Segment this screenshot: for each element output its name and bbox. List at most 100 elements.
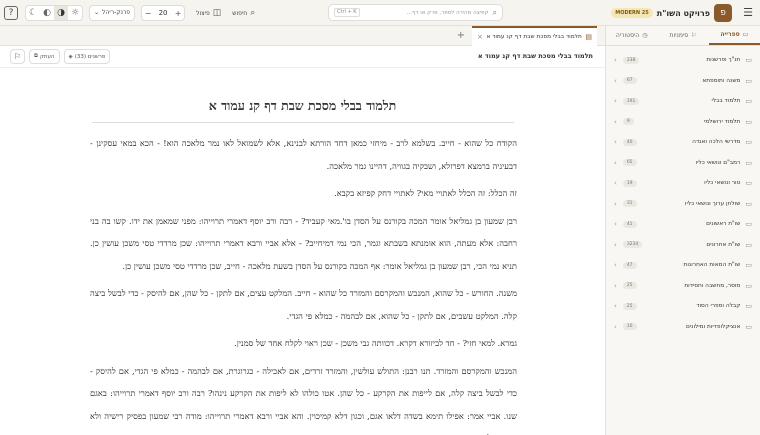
folder-icon: ▭ — [745, 97, 752, 106]
search-icon: ⌕ — [250, 8, 256, 18]
sidebar-item[interactable]: ‹ 40 ▭ מדרשי הלכה ואגדה — [606, 132, 760, 153]
item-count: 3234 — [622, 241, 643, 249]
tab-label: היסטוריה — [615, 32, 640, 39]
new-tab-button[interactable]: + — [457, 30, 465, 41]
sidebar-item-label: תלמוד בבלי — [711, 98, 741, 105]
folder-icon: ▭ — [745, 138, 752, 147]
split-label: פיצול — [196, 9, 210, 17]
folder-icon: ▭ — [745, 56, 752, 65]
document-title: תלמוד בבלי מסכת שבת דף קנ עמוד א — [477, 52, 593, 60]
close-tab-icon[interactable]: × — [477, 33, 483, 41]
sidebar-item[interactable]: ‹ 41 ▭ שו"ת ראשונים — [606, 214, 760, 235]
item-meta: ‹ 47 — [614, 261, 637, 269]
sidebar-tabs: ▭ ספרייה ⚐ סימניות ◷ היסטוריה — [606, 26, 760, 46]
item-meta: ‹ 3234 — [614, 240, 643, 249]
item-main: ▭ טור ונושאי כליו — [704, 179, 752, 187]
folder-icon: ▭ — [745, 240, 752, 249]
chevron-left-icon: ‹ — [614, 261, 617, 270]
quick-jump-search[interactable]: Ctrl + K קפיצה מהירה לספר, פרק או דף... … — [328, 4, 503, 21]
tab-label: ספרייה — [720, 31, 740, 38]
commentaries-label: פרשנים (33) — [74, 53, 106, 60]
search-input[interactable]: קפיצה מהירה לספר, פרק או דף... — [364, 10, 489, 16]
contrast-icon[interactable]: ◑ — [54, 6, 68, 20]
item-count: 25 — [622, 282, 637, 290]
increase-font-button[interactable]: + — [172, 9, 184, 18]
moon-half-icon[interactable]: ◐ — [40, 6, 54, 20]
clock-icon: ◷ — [642, 32, 648, 39]
item-meta: ‹ 25 — [614, 302, 637, 310]
item-count: 191 — [622, 97, 640, 105]
folder-icon: ▭ — [745, 179, 752, 188]
sidebar-item-label: קבלה וספרי הסוד — [696, 303, 741, 310]
chevron-left-icon: ‹ — [614, 220, 617, 229]
menu-icon[interactable]: ☰ — [740, 5, 756, 21]
item-meta: ‹ 41 — [614, 220, 637, 228]
bookmark-icon: ⚐ — [691, 32, 697, 39]
paragraph: הקודח כל שהוא - חייב. בשלמא לרב - מיחזי … — [90, 138, 517, 171]
bookmark-button[interactable]: ⚐ — [10, 49, 25, 64]
search-label: חיפוש — [232, 9, 248, 17]
item-count: 10 — [622, 323, 637, 331]
item-count: 25 — [622, 302, 637, 310]
font-family-select[interactable]: ⌄ פרנק-ריהל — [89, 5, 136, 21]
copy-icon: ⧉ — [34, 53, 38, 59]
tab-history[interactable]: ◷ היסטוריה — [606, 26, 657, 45]
sidebar-item[interactable]: ‹ 25 ▭ מוסר, מחשבה וחסידות — [606, 276, 760, 297]
chevron-left-icon: ‹ — [614, 281, 617, 290]
tab-bookmarks[interactable]: ⚐ סימניות — [657, 26, 708, 45]
search-button[interactable]: חיפוש ⌕ — [232, 8, 255, 18]
sidebar-item[interactable]: ‹ 238 ▭ תנ"ך ופרשנות — [606, 50, 760, 71]
sidebar-item[interactable]: ‹ 65 ▭ רמב"ם ונושאי כליו — [606, 153, 760, 174]
split-view-icon: ◫ — [212, 8, 222, 18]
sidebar-item[interactable]: ‹ 47 ▭ שו"ת המאות האחרונות — [606, 255, 760, 276]
item-meta: ‹ 238 — [614, 56, 640, 64]
moon-icon[interactable]: ☾ — [26, 6, 40, 20]
app-logo: פ — [714, 4, 732, 22]
tab-document[interactable]: ▤ תלמוד בבלי מסכת שבת דף קנ עמוד א × — [472, 26, 597, 46]
chevron-left-icon: ‹ — [614, 240, 617, 249]
chevron-left-icon: ‹ — [614, 117, 617, 126]
help-button[interactable]: ? — [4, 6, 18, 20]
sidebar-item[interactable]: ‹ 3234 ▭ שו"ת אחרונים — [606, 235, 760, 256]
top-bar: ? ☾ ◐ ◑ ☼ ⌄ פרנק-ריהל − 20 + פיצול ◫ חיפ… — [0, 0, 760, 26]
item-main: ▭ שו"ת אחרונים — [706, 241, 752, 249]
tab-label: סימניות — [669, 32, 689, 39]
sidebar-item[interactable]: ‹ 67 ▭ משנה ותוספתא — [606, 71, 760, 92]
folder-icon: ▭ — [745, 281, 752, 290]
text-body: הקודח כל שהוא - חייב. בשלמא לרב - מיחזי … — [90, 132, 517, 435]
sidebar-item-label: רמב"ם ונושאי כליו — [695, 159, 741, 166]
sun-icon[interactable]: ☼ — [68, 6, 82, 20]
chevron-left-icon: ‹ — [614, 302, 617, 311]
sidebar-item[interactable]: ‹ 31 ▭ שולחן ערוך ונושאי כליו — [606, 194, 760, 215]
item-main: ▭ מדרשי הלכה ואגדה — [692, 138, 752, 146]
item-main: ▭ תלמוד בבלי — [711, 97, 752, 105]
commentaries-button[interactable]: פרשנים (33) ◈ — [63, 49, 111, 64]
chevron-left-icon: ‹ — [614, 76, 617, 85]
split-view-button[interactable]: פיצול ◫ — [196, 8, 221, 18]
chevron-left-icon: ‹ — [614, 138, 617, 147]
item-count: 47 — [622, 261, 637, 269]
sidebar-item-label: שו"ת אחרונים — [706, 241, 741, 248]
sidebar-item[interactable]: ‹ 10 ▭ אנציקלופדיות ומילונים — [606, 317, 760, 338]
sidebar-item[interactable]: ‹ 25 ▭ קבלה וספרי הסוד — [606, 296, 760, 317]
sidebar-item[interactable]: ‹ 9 ▭ תלמוד ירושלמי — [606, 112, 760, 133]
font-size-stepper: − 20 + — [141, 5, 186, 21]
folder-icon: ▭ — [745, 261, 752, 270]
item-meta: ‹ 10 — [614, 323, 637, 331]
chevron-left-icon: ‹ — [614, 199, 617, 208]
paragraph: משנה. החורש - כל שהוא, המנכש והמקרסם והמ… — [90, 288, 517, 321]
copy-button[interactable]: העתק ⧉ — [29, 49, 60, 64]
chevron-left-icon: ‹ — [614, 158, 617, 167]
decrease-font-button[interactable]: − — [142, 9, 154, 18]
sidebar-item[interactable]: ‹ 191 ▭ תלמוד בבלי — [606, 91, 760, 112]
folder-icon: ▭ — [745, 158, 752, 167]
toolbar-left: ? ☾ ◐ ◑ ☼ ⌄ פרנק-ריהל − 20 + פיצול ◫ חיפ… — [4, 4, 255, 22]
page-title: תלמוד בבלי מסכת שבת דף קנ עמוד א — [208, 98, 397, 113]
sidebar-item-label: תלמוד ירושלמי — [703, 118, 741, 125]
item-count: 19 — [622, 179, 637, 187]
item-meta: ‹ 65 — [614, 159, 637, 167]
item-meta: ‹ 25 — [614, 282, 637, 290]
sidebar-item-label: שו"ת המאות האחרונות — [683, 262, 741, 269]
sidebar-item[interactable]: ‹ 19 ▭ טור ונושאי כליו — [606, 173, 760, 194]
tab-library[interactable]: ▭ ספרייה — [708, 26, 760, 45]
